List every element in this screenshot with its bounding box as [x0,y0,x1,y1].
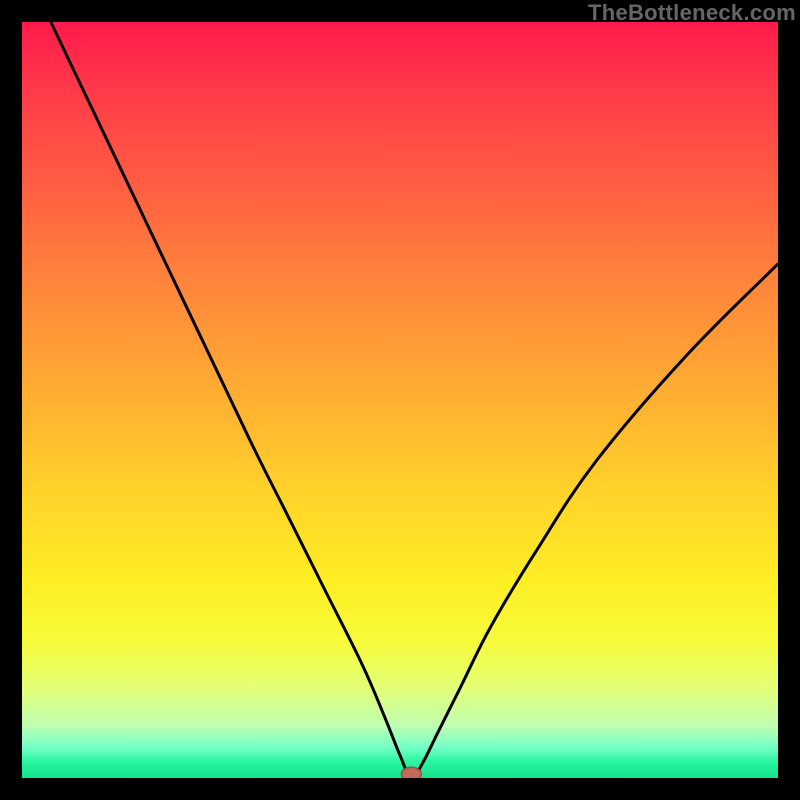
minimum-marker [401,767,421,778]
outer-frame: TheBottleneck.com [0,0,800,800]
plot-area [22,22,778,778]
bottleneck-curve [22,22,778,778]
chart-svg [22,22,778,778]
